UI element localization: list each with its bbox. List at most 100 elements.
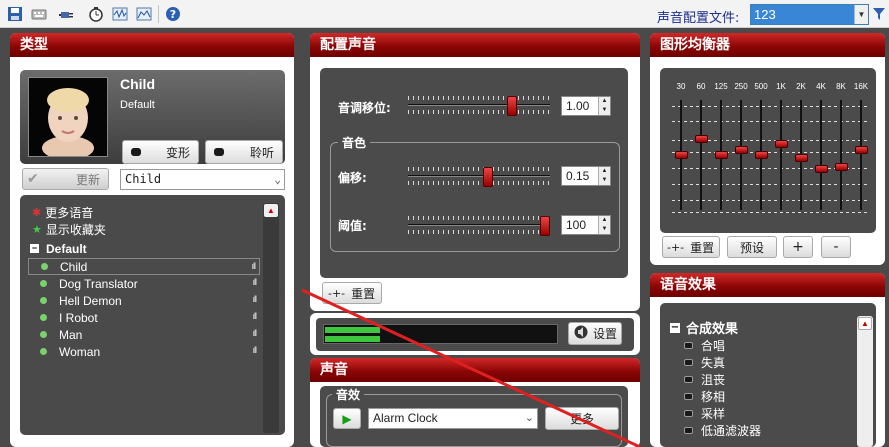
morph-button[interactable]: 变形 bbox=[122, 140, 199, 164]
threshold-spinbox[interactable]: 100 ▲ ▼ bbox=[561, 215, 611, 235]
effect-item[interactable]: 合唱 bbox=[684, 337, 725, 354]
eq-band-knob[interactable] bbox=[695, 135, 708, 143]
voice-select[interactable]: Child ⌄ bbox=[120, 169, 285, 190]
sound-effect-select[interactable]: Alarm Clock ⌄ bbox=[368, 408, 538, 429]
spin-arrows-icon[interactable]: ▲ ▼ bbox=[598, 167, 610, 185]
chevron-down-icon[interactable]: ▼ bbox=[854, 5, 868, 24]
led-icon bbox=[684, 342, 693, 349]
spin-arrows-icon[interactable]: ▲ ▼ bbox=[598, 216, 610, 234]
list-item-label: I Robot bbox=[59, 310, 98, 325]
offset-slider-knob[interactable] bbox=[483, 167, 493, 187]
level-meter bbox=[323, 324, 558, 344]
eq-band-track[interactable] bbox=[860, 100, 862, 210]
list-item-label: Dog Translator bbox=[59, 276, 138, 291]
eq-band-label: 1K bbox=[776, 82, 786, 91]
eq-band-knob[interactable] bbox=[675, 151, 688, 159]
offset-slider[interactable] bbox=[408, 167, 550, 187]
list-item-voice[interactable]: Hell Demon ıll bbox=[28, 292, 260, 309]
eq-band-knob[interactable] bbox=[835, 163, 848, 171]
effect-item[interactable]: 移相 bbox=[684, 388, 725, 405]
pitch-label: 音调移位: bbox=[338, 101, 391, 115]
threshold-slider-knob[interactable] bbox=[540, 216, 550, 236]
pitch-slider[interactable] bbox=[408, 96, 550, 116]
eq-band-track[interactable] bbox=[700, 100, 702, 210]
effect-item[interactable]: 沮丧 bbox=[684, 371, 725, 388]
filter-icon[interactable] bbox=[872, 6, 886, 25]
effect-item[interactable]: 低通滤波器 bbox=[684, 422, 761, 439]
eq-band-track[interactable] bbox=[820, 100, 822, 210]
update-button[interactable]: ✔ 更新 bbox=[22, 168, 109, 190]
eq-band-knob[interactable] bbox=[855, 146, 868, 154]
play-icon: ▶ bbox=[342, 411, 352, 426]
timer-icon[interactable] bbox=[87, 5, 105, 23]
effect-item[interactable]: 失真 bbox=[684, 354, 725, 371]
offset-value: 0.15 bbox=[566, 169, 590, 183]
list-item-voice[interactable]: Child ıll bbox=[28, 258, 260, 275]
list-item-voice[interactable]: Woman ıll bbox=[28, 343, 260, 360]
threshold-slider[interactable] bbox=[408, 216, 550, 236]
list-scrollbar[interactable]: ▲ bbox=[263, 203, 279, 433]
scroll-up-icon[interactable]: ▲ bbox=[264, 204, 278, 217]
slider-track bbox=[408, 224, 550, 226]
help-icon[interactable]: ? bbox=[164, 5, 182, 23]
eq-add-button[interactable]: + bbox=[783, 236, 813, 258]
eq-band-knob[interactable] bbox=[755, 151, 768, 159]
voice-reset-button[interactable]: -+- 重置 bbox=[322, 282, 382, 304]
eq-band-label: 125 bbox=[714, 82, 728, 91]
eq-reset-button[interactable]: -+- 重置 bbox=[662, 236, 720, 258]
more-effects-button[interactable]: 更多 bbox=[545, 407, 619, 430]
voice-select-value: Child bbox=[125, 172, 162, 186]
eq-preset-button[interactable]: 预设 bbox=[727, 236, 777, 258]
eq-band-knob[interactable] bbox=[795, 154, 808, 162]
level-meter-bar-top bbox=[325, 327, 380, 333]
offset-spinbox[interactable]: 0.15 ▲ ▼ bbox=[561, 166, 611, 186]
eq-band-label: 16K bbox=[853, 82, 869, 91]
effects-tree-root[interactable]: − 合成效果 bbox=[670, 318, 738, 337]
eq-preset-label: 预设 bbox=[739, 240, 764, 255]
spin-arrows-icon[interactable]: ▲ ▼ bbox=[598, 97, 610, 115]
offset-label: 偏移: bbox=[338, 171, 367, 185]
eq-band-knob[interactable] bbox=[735, 146, 748, 154]
list-item-more-voices[interactable]: ✱ 更多语音 bbox=[28, 204, 260, 221]
list-item-voice[interactable]: Dog Translator ıll bbox=[28, 275, 260, 292]
config-select[interactable]: 123 ▼ bbox=[750, 4, 869, 25]
effect-item-label: 采样 bbox=[701, 407, 726, 421]
pitch-slider-knob[interactable] bbox=[507, 96, 517, 116]
eq-band-knob[interactable] bbox=[775, 140, 788, 148]
waveform-icon[interactable] bbox=[111, 5, 129, 23]
listen-button[interactable]: 聆听 bbox=[205, 140, 283, 164]
level-meter-bar-bottom bbox=[325, 336, 380, 342]
timbre-group-label: 音色 bbox=[338, 134, 371, 151]
list-item-show-favorites[interactable]: ★ 显示收藏夹 bbox=[28, 221, 260, 238]
led-icon bbox=[131, 148, 141, 156]
spectrum-icon[interactable] bbox=[135, 5, 153, 23]
keyboard-icon[interactable] bbox=[30, 5, 48, 23]
list-item-voice[interactable]: I Robot ıll bbox=[28, 309, 260, 326]
play-button[interactable]: ▶ bbox=[333, 408, 361, 429]
configure-voice-title: 配置声音 bbox=[310, 33, 640, 57]
effect-item-label: 移相 bbox=[701, 390, 726, 404]
plug-icon[interactable] bbox=[58, 5, 76, 23]
list-group-default[interactable]: − Default bbox=[28, 240, 260, 257]
eq-band-track[interactable] bbox=[840, 100, 842, 210]
eq-band-knob[interactable] bbox=[715, 151, 728, 159]
pitch-spinbox[interactable]: 1.00 ▲ ▼ bbox=[561, 96, 611, 116]
settings-button[interactable]: 设置 bbox=[568, 322, 622, 345]
eq-band-track[interactable] bbox=[780, 100, 782, 210]
update-button-label: 更新 bbox=[75, 172, 100, 187]
green-dot-icon bbox=[40, 280, 47, 287]
list-item-voice[interactable]: Man ıll bbox=[28, 326, 260, 343]
eq-band-track[interactable] bbox=[740, 100, 742, 210]
scroll-up-icon[interactable]: ▲ bbox=[858, 317, 872, 330]
effects-scrollbar[interactable]: ▲ bbox=[857, 316, 873, 447]
star-icon: ★ bbox=[32, 224, 42, 236]
eq-add-label: + bbox=[792, 239, 804, 255]
eq-band-knob[interactable] bbox=[815, 165, 828, 173]
effect-item[interactable]: 采样 bbox=[684, 405, 725, 422]
list-item-label: Hell Demon bbox=[59, 293, 122, 308]
asterisk-icon: ✱ bbox=[32, 207, 42, 219]
save-icon[interactable] bbox=[6, 5, 24, 23]
sound-panel-title: 声音 bbox=[310, 358, 640, 382]
list-item-label: Man bbox=[59, 327, 83, 342]
eq-remove-button[interactable]: - bbox=[821, 236, 851, 258]
